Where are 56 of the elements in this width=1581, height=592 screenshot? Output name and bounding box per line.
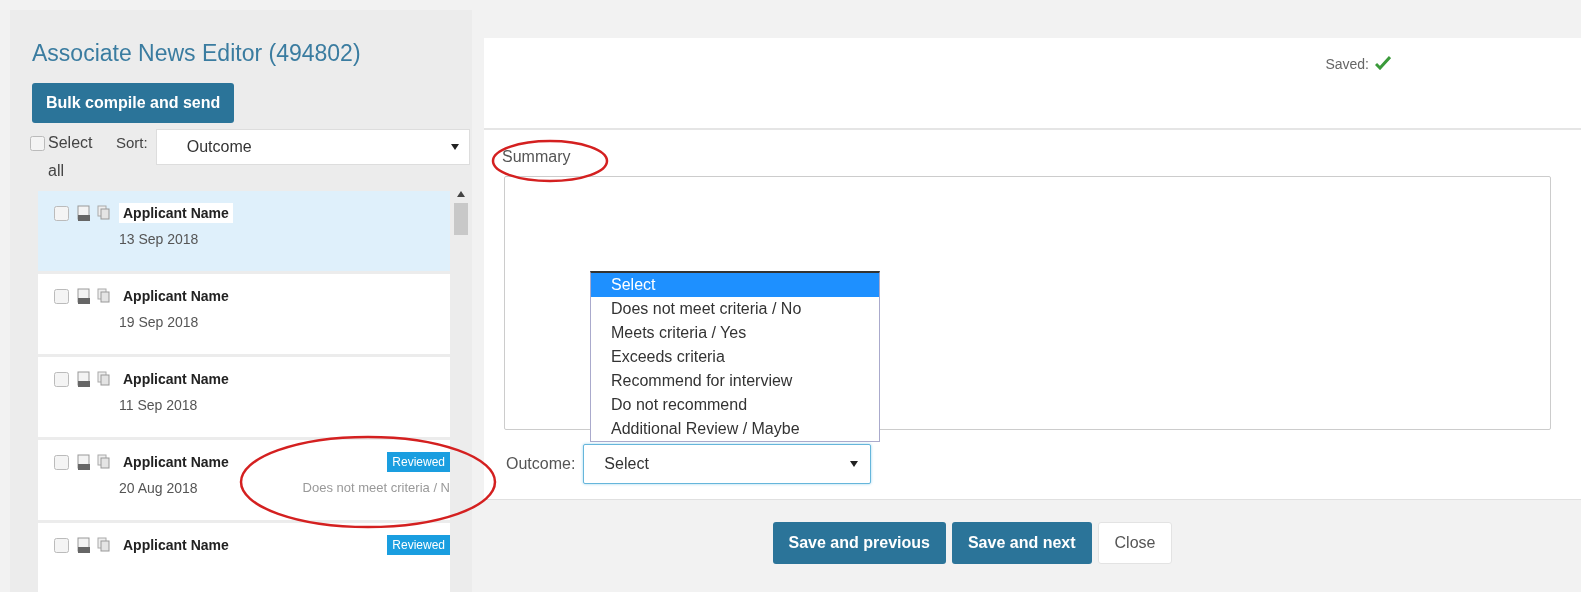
scrollbar-thumb[interactable]: [454, 203, 468, 235]
document-icon[interactable]: [77, 537, 91, 554]
dropdown-option[interactable]: Additional Review / Maybe: [591, 417, 879, 441]
document-icon[interactable]: [77, 454, 91, 471]
caret-icon: [850, 461, 859, 467]
select-all-label: Select all: [48, 133, 94, 181]
document-icon[interactable]: [77, 205, 91, 222]
status-badge: Reviewed: [387, 535, 450, 555]
applicant-name: Applicant Name: [122, 453, 230, 472]
copy-icon[interactable]: [97, 454, 111, 470]
dropdown-option[interactable]: Do not recommend: [591, 393, 879, 417]
checkbox[interactable]: [54, 455, 69, 470]
sort-label: Sort:: [116, 133, 148, 153]
dropdown-option[interactable]: Does not meet criteria / No: [591, 297, 879, 321]
caret-icon: [451, 144, 459, 150]
applicant-name: Applicant Name: [122, 536, 230, 555]
save-button[interactable]: Save and next: [951, 522, 1092, 564]
dropdown-option[interactable]: Recommend for interview: [591, 369, 879, 393]
copy-icon[interactable]: [97, 371, 111, 387]
applicant-date: 11 Sep 2018: [119, 397, 198, 413]
copy-icon[interactable]: [97, 205, 111, 221]
document-icon[interactable]: [77, 288, 91, 305]
scroll-up-icon[interactable]: [457, 191, 465, 197]
applicant-item[interactable]: Applicant Name 11 Sep 2018: [38, 357, 450, 437]
applicant-name: Applicant Name: [119, 203, 233, 223]
checkbox[interactable]: [54, 538, 69, 553]
applicant-item[interactable]: Applicant Name 13 Sep 2018: [38, 191, 450, 271]
dropdown-option[interactable]: Meets criteria / Yes: [591, 321, 879, 345]
applicant-item[interactable]: Applicant Name Reviewed 20 Aug 2018 Does not meet criteria / N: [38, 440, 450, 520]
page-title: Associate News Editor (494802): [32, 40, 362, 67]
review-dropdown[interactable]: Select: [583, 444, 872, 484]
outcome-label: Outcome:: [506, 455, 576, 473]
applicant-item[interactable]: Applicant Name Reviewed: [38, 523, 450, 592]
sort-dropdown[interactable]: Outcome: [155, 129, 470, 165]
document-icon[interactable]: [77, 371, 91, 388]
save-button[interactable]: Save and previous: [772, 522, 946, 564]
applicant-item[interactable]: Applicant Name 19 Sep 2018: [38, 274, 450, 354]
summary-label: Summary: [502, 148, 571, 165]
applicant-date: 20 Aug 2018: [119, 480, 198, 496]
applicant-date: 19 Sep 2018: [119, 314, 199, 330]
checkbox[interactable]: [54, 206, 69, 221]
outcome-text: Does not meet criteria / N: [302, 480, 450, 496]
status-badge: Reviewed: [387, 452, 450, 472]
bulk-compile-button[interactable]: Bulk compile and send: [32, 83, 235, 123]
check-icon: [1375, 56, 1391, 70]
dropdown-option[interactable]: Exceeds criteria: [591, 345, 879, 369]
checkbox[interactable]: [54, 289, 69, 304]
checkbox[interactable]: [54, 372, 69, 387]
applicant-date: 13 Sep 2018: [119, 231, 199, 247]
checkbox[interactable]: [30, 136, 45, 151]
close-button[interactable]: Close: [1097, 522, 1173, 564]
applicant-name: Applicant Name: [122, 370, 230, 389]
saved-label: Saved:: [1325, 56, 1369, 72]
copy-icon[interactable]: [97, 537, 111, 553]
applicant-name: Applicant Name: [122, 287, 230, 306]
copy-icon[interactable]: [97, 288, 111, 304]
